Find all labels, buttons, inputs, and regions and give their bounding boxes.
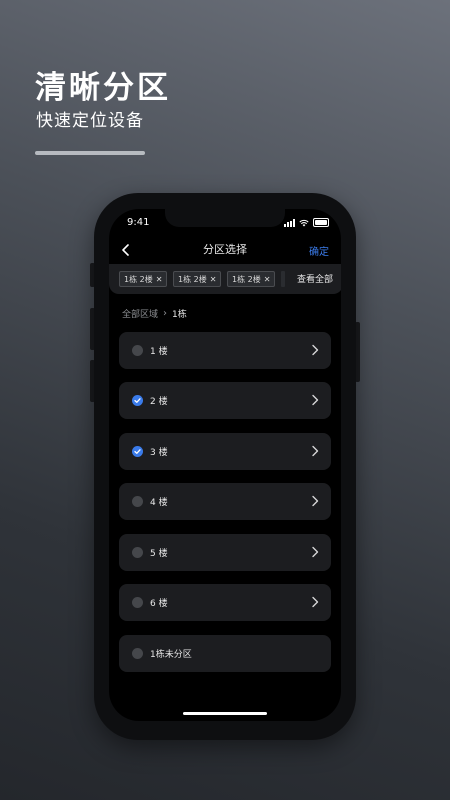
chevron-right-icon[interactable] <box>311 344 319 356</box>
home-indicator[interactable] <box>183 712 267 715</box>
breadcrumb: 全部区域 › 1栋 <box>122 307 187 320</box>
chevron-right-icon: › <box>163 308 168 319</box>
tag-label: 1栋 2楼 <box>124 274 153 284</box>
promo-subtitle: 快速定位设备 <box>36 111 144 131</box>
check-circle-icon[interactable] <box>132 395 143 406</box>
status-time: 9:41 <box>127 217 150 228</box>
chevron-right-icon[interactable] <box>311 596 319 608</box>
chevron-right-icon[interactable] <box>311 546 319 558</box>
list-item[interactable]: 4 楼 <box>119 483 331 520</box>
close-icon[interactable]: ✕ <box>264 275 271 284</box>
promo-title: 清晰分区 <box>35 70 171 106</box>
list-item[interactable]: 1 楼 <box>119 332 331 369</box>
chevron-right-icon[interactable] <box>311 445 319 457</box>
check-circle-icon[interactable] <box>132 446 143 457</box>
floor-label: 1栋未分区 <box>150 650 192 660</box>
radio-icon[interactable] <box>132 648 143 659</box>
confirm-button[interactable]: 确定 <box>309 243 329 258</box>
selected-tag[interactable]: 1栋 2楼 ✕ <box>227 271 276 287</box>
list-item[interactable]: 1栋未分区 <box>119 635 331 672</box>
list-item[interactable]: 3 楼 <box>119 433 331 470</box>
breadcrumb-current: 1栋 <box>172 310 187 320</box>
floor-label: 1 楼 <box>150 347 168 357</box>
floor-label: 6 楼 <box>150 599 168 609</box>
signal-icon <box>284 218 295 227</box>
list-item[interactable]: 5 楼 <box>119 534 331 571</box>
selected-tag[interactable]: 1栋 2楼 ✕ <box>119 271 168 287</box>
nav-bar: 分区选择 确定 <box>109 237 341 265</box>
radio-icon[interactable] <box>132 547 143 558</box>
tags-overflow-edge <box>281 271 285 287</box>
radio-icon[interactable] <box>132 597 143 608</box>
floor-label: 3 楼 <box>150 448 168 458</box>
wifi-icon <box>299 219 309 226</box>
breadcrumb-root[interactable]: 全部区域 <box>122 307 158 320</box>
radio-icon[interactable] <box>132 496 143 507</box>
status-icons <box>284 218 329 227</box>
floor-label: 4 楼 <box>150 498 168 508</box>
floor-label: 2 楼 <box>150 397 168 407</box>
tag-label: 1栋 2楼 <box>232 274 261 284</box>
list-item[interactable]: 2 楼 <box>119 382 331 419</box>
chevron-right-icon[interactable] <box>311 495 319 507</box>
radio-icon[interactable] <box>132 345 143 356</box>
list-item[interactable]: 6 楼 <box>119 584 331 621</box>
phone-screen: 9:41 分区选择 确定 1栋 2楼 ✕ 1栋 2楼 ✕ 1栋 2楼 ✕ 查看全… <box>109 209 341 721</box>
battery-icon <box>313 218 329 227</box>
selected-tags-panel: 1栋 2楼 ✕ 1栋 2楼 ✕ 1栋 2楼 ✕ 查看全部 <box>109 264 341 294</box>
chevron-right-icon[interactable] <box>311 394 319 406</box>
close-icon[interactable]: ✕ <box>156 275 163 284</box>
tag-label: 1栋 2楼 <box>178 274 207 284</box>
phone-notch <box>165 209 285 227</box>
floor-label: 5 楼 <box>150 549 168 559</box>
view-all-button[interactable]: 查看全部 <box>297 272 333 285</box>
selected-tag[interactable]: 1栋 2楼 ✕ <box>173 271 222 287</box>
promo-divider <box>35 151 145 155</box>
page-title: 分区选择 <box>203 243 247 256</box>
close-icon[interactable]: ✕ <box>210 275 217 284</box>
